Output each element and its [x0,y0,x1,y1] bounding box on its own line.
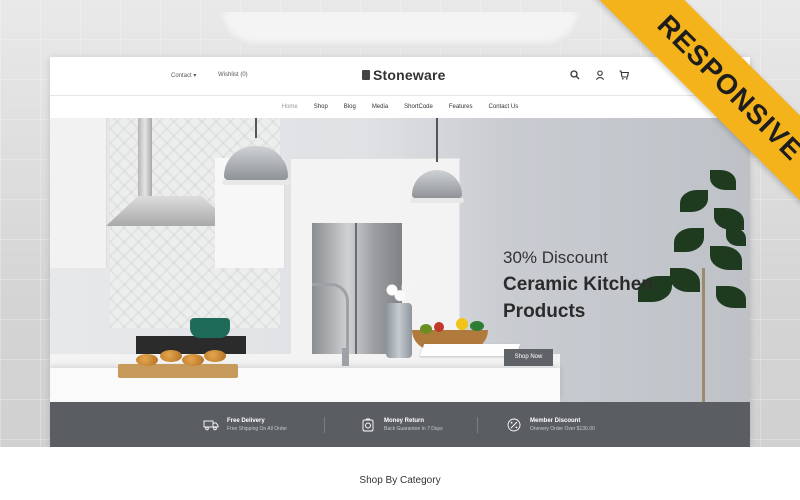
logo-icon [362,70,370,80]
lamp-rim-left [222,180,290,185]
nav-media[interactable]: Media [372,96,388,118]
faucet-base [342,348,349,366]
green-pot [190,318,230,338]
plant-leaf [710,170,736,190]
feature-desc: Free Shipping On All Order [227,425,288,432]
feature-free-delivery: Free Delivery Free Shipping On All Order [203,402,287,447]
fruit [470,321,484,331]
feature-title: Money Return [384,417,425,424]
feature-member-discount: Member Discount Onevery Order Over $130.… [506,402,595,447]
plant-leaf [710,246,742,270]
main-nav: Home Shop Blog Media ShortCode Features … [50,96,750,118]
truck-icon [203,420,219,430]
nav-home[interactable]: Home [282,96,298,118]
feature-desc: Onevery Order Over $130.00 [530,425,595,432]
site-logo[interactable]: Stoneware [362,67,446,83]
contact-label: Contact [171,73,192,79]
feature-money-return: Money Return Back Guarantee In 7 Days [360,402,443,447]
white-flowers [380,276,420,304]
logo-text: Stoneware [373,67,446,83]
search-icon[interactable] [570,70,580,80]
chevron-down-icon: ▾ [193,73,197,79]
money-return-icon [362,418,374,431]
bread-roll [204,350,226,362]
cart-icon[interactable] [619,70,629,80]
bread-roll [182,354,204,366]
features-bar: Free Delivery Free Shipping On All Order… [50,402,750,447]
plant-leaf [680,190,708,212]
lamp-rim-right [410,198,464,203]
shop-now-button[interactable]: Shop Now [504,349,553,366]
hero-banner: 30% Discount Ceramic Kitchen Products Sh… [50,118,750,402]
nav-shop[interactable]: Shop [314,96,328,118]
lamp-cord-right [436,118,438,162]
fruit [434,322,444,332]
left-cabinet [50,118,107,268]
feature-desc: Back Guarantee In 7 Days [384,425,443,432]
plant-leaf [726,228,746,246]
promo-subtitle: 30% Discount [503,248,608,267]
feature-divider [477,417,478,433]
background-bathtub [220,12,580,48]
plant-leaf [714,208,744,230]
vase [386,303,412,358]
fruit [420,324,432,334]
nav-contact-us[interactable]: Contact Us [489,96,519,118]
website-preview: Contact ▾ Wishlist (0) Stoneware Home Sh… [50,57,750,447]
shop-by-category-heading: Shop By Category [359,475,441,486]
bread-roll [160,350,182,362]
user-icon[interactable] [595,70,605,80]
range-hood-chimney [138,118,152,198]
promo-title: Ceramic Kitchen Products [503,274,653,322]
page-bottom [0,447,800,500]
feature-title: Member Discount [530,417,581,424]
stove [136,336,246,356]
feature-title: Free Delivery [227,417,265,424]
plant-leaf [674,228,704,252]
feature-divider [324,417,325,433]
discount-icon [507,418,521,431]
nav-features[interactable]: Features [449,96,473,118]
site-header: Contact ▾ Wishlist (0) Stoneware [50,57,750,96]
wishlist-link[interactable]: Wishlist (0) [218,72,248,78]
plant-leaf [716,286,746,308]
cutting-board [118,364,238,378]
lamp-cord-left [255,118,257,138]
contact-dropdown[interactable]: Contact ▾ [171,72,196,79]
bread-roll [136,354,158,366]
fruit [456,318,468,330]
nav-shortcode[interactable]: ShortCode [404,96,433,118]
nav-blog[interactable]: Blog [344,96,356,118]
